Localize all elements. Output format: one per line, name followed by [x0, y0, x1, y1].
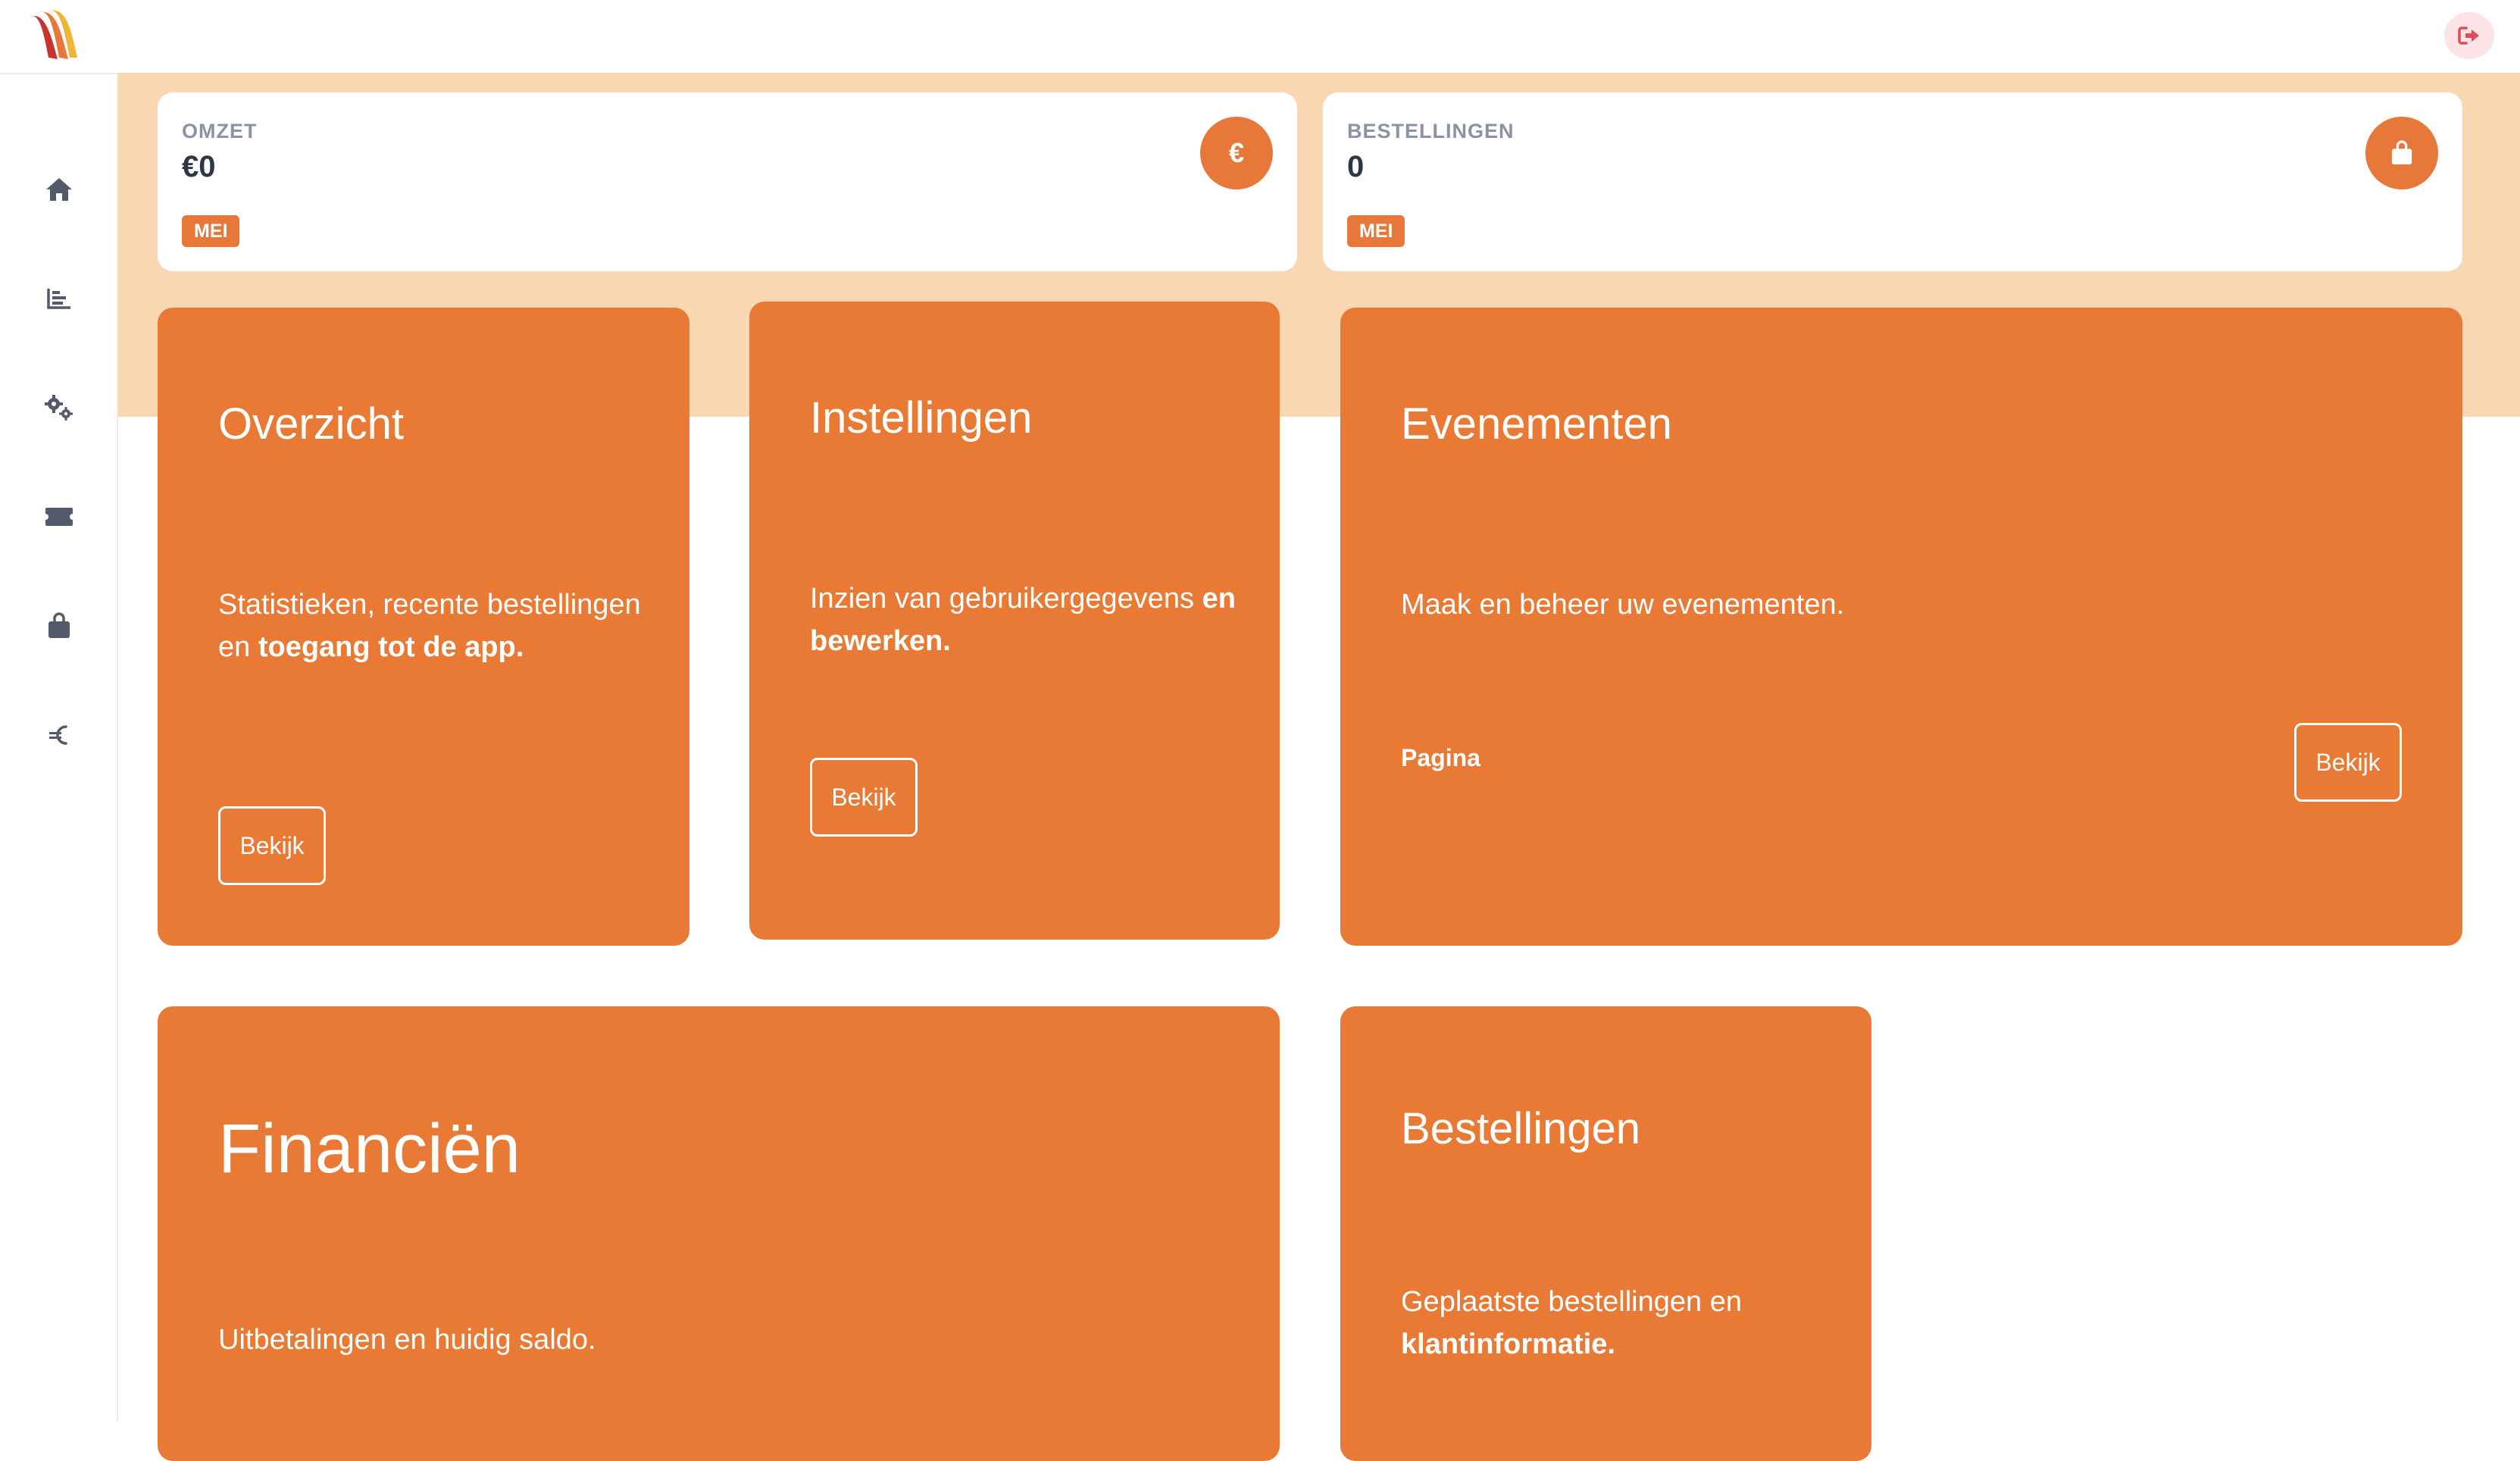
euro-icon: €: [1228, 137, 1245, 168]
sidebar-item-settings[interactable]: [36, 385, 82, 430]
stat-label: BESTELLINGEN: [1347, 120, 1515, 142]
sidebar-item-tickets[interactable]: [36, 494, 82, 540]
stat-value: €0: [182, 150, 216, 183]
page-label: Pagina: [1401, 744, 1480, 771]
description-emphasis: klantinformatie.: [1401, 1328, 1615, 1360]
tile-title: Overzicht: [218, 399, 404, 449]
stat-card-orders: BESTELLINGEN 0 MEI: [1323, 92, 2462, 271]
stat-label: OMZET: [182, 120, 258, 142]
tile-title: Bestellingen: [1401, 1104, 1640, 1153]
sidebar: [0, 73, 118, 1422]
shopping-bag-icon: [2391, 140, 2412, 164]
tile-description: Statistieken, recente bestellingen en to…: [218, 583, 643, 668]
tile-overview: Overzicht Statistieken, recente bestelli…: [158, 308, 689, 946]
home-icon: [46, 178, 72, 201]
tile-description: Geplaatste bestellingen en klantinformat…: [1401, 1281, 1825, 1366]
period-badge: MEI: [182, 215, 240, 247]
tile-description: Inzien van gebruikergegevens en bewerken…: [810, 577, 1257, 662]
tile-events: Evenementen Maak en beheer uw evenemente…: [1340, 308, 2462, 946]
euro-icon: [49, 725, 67, 745]
sidebar-item-statistics[interactable]: [36, 276, 82, 321]
tile-finance: Financiën Uitbetalingen en huidig saldo.: [158, 1006, 1280, 1461]
bar-chart-icon: [47, 289, 70, 309]
shopping-bag-icon: [48, 612, 70, 638]
top-bar: [0, 0, 2520, 73]
sidebar-item-orders[interactable]: [36, 603, 82, 649]
tile-description: Maak en beheer uw evenementen.: [1401, 589, 1845, 621]
tile-title: Evenementen: [1401, 399, 1672, 449]
view-overview-button[interactable]: Bekijk: [218, 806, 326, 885]
sidebar-item-home[interactable]: [36, 167, 82, 212]
tile-title: Financiën: [218, 1110, 521, 1187]
stat-card-revenue: OMZET €0 MEI €: [158, 92, 1297, 271]
description-text: Inzien van gebruikergegevens: [810, 583, 1202, 615]
stat-icon-circle: [2365, 117, 2438, 189]
logout-button[interactable]: [2444, 12, 2494, 59]
tile-orders: Bestellingen Geplaatste bestellingen en …: [1340, 1006, 1871, 1461]
view-events-button[interactable]: Bekijk: [2294, 723, 2402, 802]
ticket-icon: [45, 508, 73, 526]
cogs-icon: [45, 395, 73, 421]
app-logo[interactable]: [27, 8, 80, 62]
description-emphasis: toegang tot de app.: [258, 631, 524, 663]
stat-value: 0: [1347, 150, 1365, 183]
tile-settings: Instellingen Inzien van gebruikergegeven…: [749, 302, 1280, 940]
description-text: Geplaatste bestellingen en: [1401, 1286, 1742, 1318]
period-badge: MEI: [1347, 215, 1405, 247]
tile-title: Instellingen: [810, 393, 1033, 443]
sign-out-icon: [2458, 27, 2479, 45]
tile-description: Uitbetalingen en huidig saldo.: [218, 1324, 596, 1356]
view-settings-button[interactable]: Bekijk: [810, 758, 918, 837]
stat-icon-circle: €: [1200, 117, 1273, 189]
sidebar-item-finance[interactable]: [36, 712, 82, 758]
